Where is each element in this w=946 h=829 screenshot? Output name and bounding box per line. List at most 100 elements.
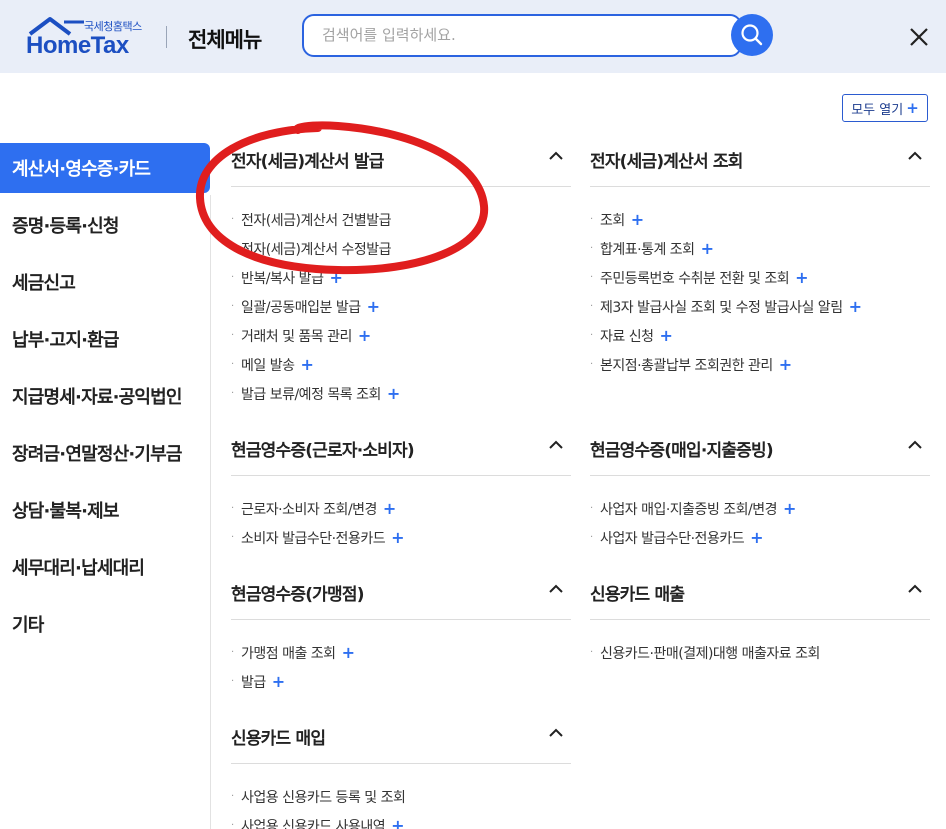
search-button[interactable]	[731, 14, 773, 56]
menu-item[interactable]: · 사업용 신용카드 사용내역 +	[231, 811, 571, 829]
plus-icon[interactable]: +	[387, 384, 400, 403]
sidebar-item-tax-filing[interactable]: 세금신고	[0, 257, 210, 307]
chevron-up-icon[interactable]	[549, 151, 563, 161]
expand-all-label: 모두 열기	[851, 102, 904, 118]
sidebar-item-payment[interactable]: 납부·고지·환급	[0, 314, 210, 364]
menu-item[interactable]: · 소비자 발급수단·전용카드 +	[231, 523, 571, 552]
menu-item[interactable]: · 가맹점 매출 조회 +	[231, 638, 571, 667]
menu-item[interactable]: · 메일 발송 +	[231, 350, 571, 379]
menu-item[interactable]: · 사업자 발급수단·전용카드 +	[590, 523, 930, 552]
menu-item[interactable]: · 일괄/공동매입분 발급 +	[231, 292, 571, 321]
menu-item[interactable]: · 합계표·통계 조회 +	[590, 234, 930, 263]
menu-item-label: 본지점·총괄납부 조회권한 관리	[600, 357, 773, 374]
menu-section: 현금영수증(매입·지출증빙) · 사업자 매입·지출증빙 조회/변경 + · 사업자 …	[590, 432, 930, 552]
section-header[interactable]: 신용카드 매출	[590, 576, 930, 620]
menu-section: 신용카드 매입 · 사업용 신용카드 등록 및 조회 · 사업용 신용카드 사용내역…	[231, 720, 571, 829]
section-header[interactable]: 전자(세금)계산서 조회	[590, 143, 930, 187]
plus-icon[interactable]: +	[342, 643, 355, 662]
plus-icon[interactable]: +	[272, 672, 285, 691]
bullet-icon: ·	[590, 243, 593, 254]
search-box	[302, 14, 742, 57]
menu-item-label: 제3자 발급사실 조회 및 수정 발급사실 알림	[600, 299, 843, 316]
menu-item-label: 소비자 발급수단·전용카드	[241, 530, 386, 547]
section-title: 현금영수증(근로자·소비자)	[231, 441, 415, 461]
bullet-icon: ·	[590, 503, 593, 514]
chevron-up-icon[interactable]	[549, 728, 563, 738]
menu-item[interactable]: · 자료 신청 +	[590, 321, 930, 350]
sidebar-item-label: 세무대리·납세대리	[12, 558, 145, 579]
section-title: 현금영수증(가맹점)	[231, 585, 364, 605]
menu-section: 현금영수증(근로자·소비자) · 근로자·소비자 조회/변경 + · 소비자 발급수단…	[231, 432, 571, 552]
bullet-icon: ·	[590, 272, 593, 283]
bullet-icon: ·	[590, 359, 593, 370]
menu-item-label: 사업용 신용카드 등록 및 조회	[241, 789, 406, 806]
plus-icon[interactable]: +	[659, 326, 672, 345]
bullet-icon: ·	[231, 330, 234, 341]
expand-all-button[interactable]: 모두 열기 +	[842, 94, 928, 122]
menu-item-label: 조회	[600, 212, 625, 229]
menu-section: 신용카드 매출 · 신용카드·판매(결제)대행 매출자료 조회	[590, 576, 930, 667]
menu-item[interactable]: · 근로자·소비자 조회/변경 +	[231, 494, 571, 523]
sidebar-item-statements[interactable]: 지급명세·자료·공익법인	[0, 371, 210, 421]
sidebar-item-label: 상담·불복·제보	[12, 501, 119, 522]
menu-section: 전자(세금)계산서 조회 · 조회 + · 합계표·통계 조회 + · 주민등록번호 수취…	[590, 143, 930, 379]
search-input[interactable]	[322, 26, 702, 44]
plus-icon[interactable]: +	[300, 355, 313, 374]
bullet-icon: ·	[231, 503, 234, 514]
menu-item[interactable]: · 발급 보류/예정 목록 조회 +	[231, 379, 571, 408]
sidebar-item-consulting[interactable]: 상담·불복·제보	[0, 485, 210, 535]
menu-item[interactable]: · 발급 +	[231, 667, 571, 696]
bullet-icon: ·	[590, 532, 593, 543]
sidebar-item-receipts-cards[interactable]: 계산서·영수증·카드	[0, 143, 210, 193]
plus-icon[interactable]: +	[779, 355, 792, 374]
menu-item[interactable]: · 거래처 및 품목 관리 +	[231, 321, 571, 350]
section-list: · 가맹점 매출 조회 + · 발급 +	[231, 620, 571, 696]
sidebar-item-label: 지급명세·자료·공익법인	[12, 387, 182, 408]
sidebar-item-agency[interactable]: 세무대리·납세대리	[0, 542, 210, 592]
menu-item-label: 거래처 및 품목 관리	[241, 328, 352, 345]
menu-item-label: 발급	[241, 674, 266, 691]
section-header[interactable]: 현금영수증(근로자·소비자)	[231, 432, 571, 476]
plus-icon: +	[906, 99, 919, 117]
plus-icon[interactable]: +	[391, 816, 404, 829]
plus-icon[interactable]: +	[631, 210, 644, 229]
plus-icon[interactable]: +	[750, 528, 763, 547]
chevron-up-icon[interactable]	[908, 584, 922, 594]
menu-item[interactable]: · 주민등록번호 수취분 전환 및 조회 +	[590, 263, 930, 292]
menu-item[interactable]: · 조회 +	[590, 205, 930, 234]
plus-icon[interactable]: +	[383, 499, 396, 518]
hometax-logo[interactable]: 국세청홈택스 HomeTax	[26, 16, 146, 59]
chevron-up-icon[interactable]	[549, 584, 563, 594]
section-header[interactable]: 현금영수증(가맹점)	[231, 576, 571, 620]
menu-item[interactable]: · 사업용 신용카드 등록 및 조회	[231, 782, 571, 811]
plus-icon[interactable]: +	[391, 528, 404, 547]
close-button[interactable]	[906, 24, 932, 50]
page-title: 전체메뉴	[188, 28, 262, 52]
section-header[interactable]: 현금영수증(매입·지출증빙)	[590, 432, 930, 476]
plus-icon[interactable]: +	[367, 297, 380, 316]
sidebar-item-incentives[interactable]: 장려금·연말정산·기부금	[0, 428, 210, 478]
menu-item[interactable]: · 제3자 발급사실 조회 및 수정 발급사실 알림 +	[590, 292, 930, 321]
menu-item[interactable]: · 본지점·총괄납부 조회권한 관리 +	[590, 350, 930, 379]
sidebar-item-etc[interactable]: 기타	[0, 599, 210, 649]
menu-item-label: 사업자 발급수단·전용카드	[600, 530, 745, 547]
section-title: 신용카드 매입	[231, 729, 326, 749]
menu-item-label: 주민등록번호 수취분 전환 및 조회	[600, 270, 790, 287]
annotation-circle	[195, 121, 489, 275]
menu-item[interactable]: · 사업자 매입·지출증빙 조회/변경 +	[590, 494, 930, 523]
chevron-up-icon[interactable]	[908, 440, 922, 450]
plus-icon[interactable]: +	[849, 297, 862, 316]
plus-icon[interactable]: +	[783, 499, 796, 518]
menu-item-label: 일괄/공동매입분 발급	[241, 299, 361, 316]
menu-item[interactable]: · 신용카드·판매(결제)대행 매출자료 조회	[590, 638, 930, 667]
menu-item-label: 자료 신청	[600, 328, 654, 345]
section-title: 전자(세금)계산서 조회	[590, 152, 743, 172]
chevron-up-icon[interactable]	[549, 440, 563, 450]
header: 국세청홈택스 HomeTax 전체메뉴	[0, 0, 946, 73]
plus-icon[interactable]: +	[358, 326, 371, 345]
plus-icon[interactable]: +	[795, 268, 808, 287]
chevron-up-icon[interactable]	[908, 151, 922, 161]
sidebar-item-certificates[interactable]: 증명·등록·신청	[0, 200, 210, 250]
section-header[interactable]: 신용카드 매입	[231, 720, 571, 764]
plus-icon[interactable]: +	[701, 239, 714, 258]
